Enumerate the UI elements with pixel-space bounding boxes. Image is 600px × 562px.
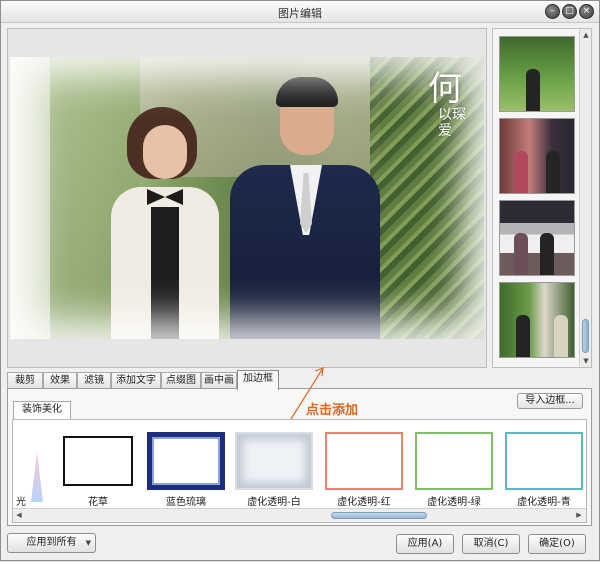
thumbnail-1[interactable] [499, 36, 575, 112]
apply-to-all-dropdown[interactable]: 应用到所有 ▼ [7, 533, 96, 553]
chevron-down-icon: ▼ [85, 539, 91, 547]
frame-light[interactable] [17, 432, 43, 502]
scrollbar-thumb[interactable] [582, 319, 589, 353]
frame-label: 花草 [88, 497, 108, 508]
thumbnail-4[interactable] [499, 282, 575, 358]
apply-to-all-label: 应用到所有 [26, 537, 77, 548]
scroll-left-arrow-icon[interactable]: ◀ [13, 509, 25, 522]
photo-preview-area: 何 以琛爱 [7, 28, 487, 368]
thumbnail-scrollbar[interactable]: ▲ ▼ [579, 29, 591, 367]
frame-blur-green[interactable] [415, 432, 493, 490]
close-button[interactable]: × [579, 4, 594, 19]
tab-crop[interactable]: 裁剪 [7, 372, 43, 389]
tab-add-text[interactable]: 添加文字 [111, 372, 161, 389]
minimize-button[interactable]: – [545, 4, 560, 19]
scrollbar-thumb[interactable] [331, 512, 427, 519]
calligraphy-logo: 何 以琛爱 [428, 69, 466, 139]
tab-effects[interactable]: 效果 [43, 372, 77, 389]
tab-filters[interactable]: 滤镜 [77, 372, 111, 389]
frame-flowers[interactable] [59, 432, 137, 490]
subtab-decoration[interactable]: 装饰美化 [13, 401, 71, 419]
frame-blur-red[interactable] [325, 432, 403, 490]
border-gallery-scrollbar[interactable]: ◀ ▶ [13, 508, 586, 522]
import-border-button[interactable]: 导入边框... [517, 393, 583, 409]
tab-picture-in-picture[interactable]: 画中画 [201, 372, 237, 389]
frame-blur-cyan[interactable] [505, 432, 583, 490]
border-gallery: 光 花草 蓝色琉璃 虚化透明-白 虚化透明-红 虚化透明-绿 虚化透明-青 ◀ … [12, 419, 587, 523]
frame-blue-glass[interactable] [147, 432, 225, 490]
frame-label: 虚化透明-白 [247, 497, 301, 508]
thumbnail-3[interactable] [499, 200, 575, 276]
image-editor-window: 图片编辑 – □ × 何 以琛爱 ▲ ▼ 裁剪 效果 滤镜 添加文字 点缀图 画… [0, 0, 600, 561]
scroll-right-arrow-icon[interactable]: ▶ [573, 509, 585, 522]
frame-label: 虚化透明-红 [337, 497, 391, 508]
window-title: 图片编辑 [278, 7, 322, 20]
thumbnail-strip: ▲ ▼ [492, 28, 592, 368]
preview-photo: 何 以琛爱 [10, 57, 484, 339]
tab-add-border[interactable]: 加边框 [237, 370, 279, 390]
title-bar: 图片编辑 – □ × [1, 1, 599, 23]
apply-button[interactable]: 应用(A) [396, 534, 454, 554]
ok-button[interactable]: 确定(O) [528, 534, 586, 554]
frame-label: 虚化透明-青 [517, 497, 571, 508]
tab-decorations[interactable]: 点缀图 [161, 372, 201, 389]
scroll-up-arrow-icon[interactable]: ▲ [580, 29, 591, 41]
cancel-button[interactable]: 取消(C) [462, 534, 520, 554]
frame-blur-white[interactable] [235, 432, 313, 490]
frame-label: 蓝色琉璃 [166, 497, 206, 508]
white-blur-frame-overlay [10, 57, 484, 339]
border-panel: 装饰美化 导入边框... 光 花草 蓝色琉璃 虚化透明-白 虚化透明-红 虚化透… [7, 388, 592, 526]
scroll-down-arrow-icon[interactable]: ▼ [580, 355, 591, 367]
thumbnail-2[interactable] [499, 118, 575, 194]
maximize-button[interactable]: □ [562, 4, 577, 19]
click-to-add-hint: 点击添加 [306, 403, 359, 418]
frame-label: 虚化透明-绿 [427, 497, 481, 508]
